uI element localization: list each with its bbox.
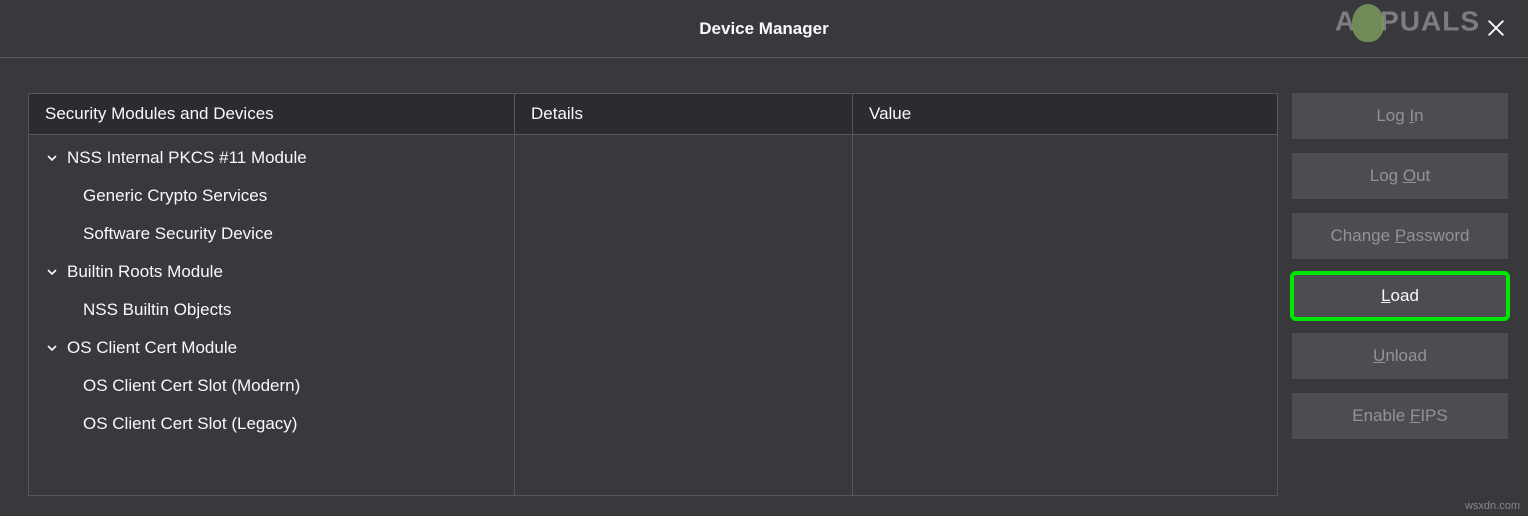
enable-fips-button[interactable]: Enable FIPS: [1292, 393, 1508, 439]
logout-button[interactable]: Log Out: [1292, 153, 1508, 199]
device-os-client-cert-modern[interactable]: OS Client Cert Slot (Modern): [29, 367, 514, 405]
titlebar: Device Manager APUALS: [0, 0, 1528, 58]
module-label: OS Client Cert Module: [67, 338, 237, 358]
chevron-down-icon: [43, 342, 61, 354]
modules-tree: NSS Internal PKCS #11 Module Generic Cry…: [29, 135, 514, 447]
chevron-down-icon: [43, 152, 61, 164]
column-modules: Security Modules and Devices NSS Interna…: [29, 94, 515, 495]
device-label: OS Client Cert Slot (Legacy): [83, 414, 297, 434]
watermark-logo: APUALS: [1335, 4, 1480, 42]
logo-mascot-icon: [1352, 4, 1384, 42]
column-header-modules: Security Modules and Devices: [29, 94, 514, 135]
device-label: Generic Crypto Services: [83, 186, 267, 206]
details-body: [515, 135, 852, 143]
module-label: Builtin Roots Module: [67, 262, 223, 282]
module-nss-internal[interactable]: NSS Internal PKCS #11 Module: [29, 139, 514, 177]
button-panel: Log In Log Out Change Password Load Unlo…: [1292, 93, 1508, 496]
module-builtin-roots[interactable]: Builtin Roots Module: [29, 253, 514, 291]
device-label: NSS Builtin Objects: [83, 300, 231, 320]
device-nss-builtin-objects[interactable]: NSS Builtin Objects: [29, 291, 514, 329]
column-details: Details: [515, 94, 853, 495]
unload-button[interactable]: Unload: [1292, 333, 1508, 379]
window-title: Device Manager: [699, 19, 828, 39]
login-button[interactable]: Log In: [1292, 93, 1508, 139]
column-header-details: Details: [515, 94, 852, 135]
device-label: OS Client Cert Slot (Modern): [83, 376, 300, 396]
value-body: [853, 135, 1277, 143]
change-password-button[interactable]: Change Password: [1292, 213, 1508, 259]
logo-text-post: PUALS: [1380, 5, 1480, 36]
load-button[interactable]: Load: [1292, 273, 1508, 319]
column-value: Value: [853, 94, 1277, 495]
device-label: Software Security Device: [83, 224, 273, 244]
close-button[interactable]: [1482, 14, 1510, 42]
module-label: NSS Internal PKCS #11 Module: [67, 148, 307, 168]
device-generic-crypto[interactable]: Generic Crypto Services: [29, 177, 514, 215]
module-os-client-cert[interactable]: OS Client Cert Module: [29, 329, 514, 367]
device-os-client-cert-legacy[interactable]: OS Client Cert Slot (Legacy): [29, 405, 514, 443]
device-software-security[interactable]: Software Security Device: [29, 215, 514, 253]
close-icon: [1485, 17, 1507, 39]
source-watermark: wsxdn.com: [1465, 500, 1520, 512]
panels: Security Modules and Devices NSS Interna…: [28, 93, 1278, 496]
column-header-value: Value: [853, 94, 1277, 135]
content-area: Security Modules and Devices NSS Interna…: [0, 58, 1528, 516]
chevron-down-icon: [43, 266, 61, 278]
